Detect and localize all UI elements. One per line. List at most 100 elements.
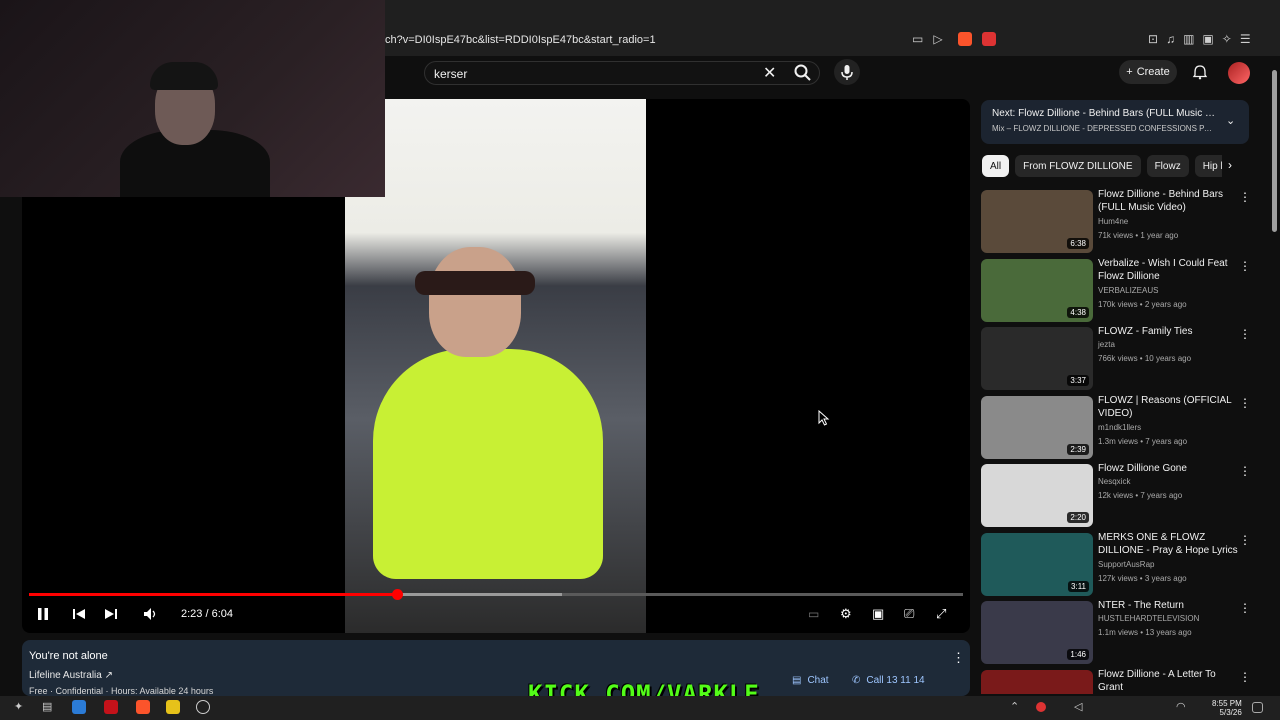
up-next-card[interactable] bbox=[981, 100, 1249, 144]
speaker-icon[interactable]: ◁ bbox=[1074, 700, 1088, 714]
sidebar-icon[interactable]: ▥ bbox=[1183, 32, 1194, 46]
leo-icon[interactable]: ✧ bbox=[1222, 32, 1232, 46]
notification-center-icon[interactable] bbox=[1252, 702, 1263, 713]
settings-gear-icon[interactable]: ⚙ bbox=[840, 606, 852, 622]
list-item[interactable]: 2:20 Flowz Dillione Gone Nesqxick 12k views… bbox=[981, 462, 1251, 531]
channel-name[interactable]: Nesqxick bbox=[1098, 477, 1130, 486]
theater-mode-icon[interactable]: ▣ bbox=[872, 606, 884, 622]
play-icon[interactable]: ▷ bbox=[933, 32, 942, 46]
call-label: Call 13 11 14 bbox=[866, 675, 925, 686]
wifi-icon[interactable]: ◠ bbox=[1176, 700, 1190, 714]
video-person-head bbox=[429, 247, 521, 357]
video-title[interactable]: FLOWZ - Family Ties bbox=[1098, 325, 1238, 338]
video-thumbnail[interactable]: 3:11 bbox=[981, 532, 1093, 596]
channel-name[interactable]: VERBALIZEAUS bbox=[1098, 286, 1158, 295]
banner-more-icon[interactable]: ⋮ bbox=[952, 650, 965, 666]
chevron-down-icon[interactable]: ⌄ bbox=[1226, 114, 1235, 127]
video-meta: 1.1m views • 13 years ago bbox=[1098, 628, 1192, 637]
cast-icon[interactable]: ⎚ bbox=[904, 606, 914, 622]
more-actions-icon[interactable]: ⋮ bbox=[1239, 464, 1251, 478]
notifications-bell-icon[interactable] bbox=[1192, 64, 1208, 80]
more-actions-icon[interactable]: ⋮ bbox=[1239, 533, 1251, 547]
list-item[interactable]: Flowz Dillione - A Letter To Grantnotoys… bbox=[981, 668, 1251, 694]
channel-name[interactable]: SupportAusRap bbox=[1098, 560, 1154, 569]
video-thumbnail[interactable]: 4:38 bbox=[981, 258, 1093, 322]
more-actions-icon[interactable]: ⋮ bbox=[1239, 396, 1251, 410]
list-item[interactable]: 3:37 FLOWZ - Family Ties jezta 766k views •… bbox=[981, 325, 1251, 394]
list-item[interactable]: 3:11 MERKS ONE & FLOWZ DILLIONE - Pray & … bbox=[981, 531, 1251, 600]
chip-flowz[interactable]: Flowz bbox=[1146, 155, 1189, 177]
video-thumbnail[interactable]: 3:37 bbox=[981, 327, 1093, 390]
chevron-right-icon[interactable]: › bbox=[1228, 158, 1232, 172]
task-view-icon[interactable]: ▤ bbox=[42, 700, 56, 714]
list-item[interactable]: 4:38 Verbalize - Wish I Could Feat Flowz … bbox=[981, 257, 1251, 326]
more-actions-icon[interactable]: ⋮ bbox=[1239, 190, 1251, 204]
cast-page-icon[interactable]: ▭ bbox=[912, 32, 923, 46]
list-item[interactable]: 2:39 FLOWZ | Reasons (OFFICIAL VIDEO) m1nd… bbox=[981, 394, 1251, 463]
app-icon[interactable] bbox=[104, 700, 118, 714]
chat-label: Chat bbox=[807, 675, 829, 686]
video-title[interactable]: Flowz Dillione - Behind Bars (FULL Music… bbox=[1098, 188, 1238, 214]
chat-button[interactable]: ▤ Chat bbox=[792, 675, 829, 686]
create-button[interactable]: + Create bbox=[1119, 60, 1177, 84]
more-actions-icon[interactable]: ⋮ bbox=[1239, 601, 1251, 615]
call-button[interactable]: ✆ Call 13 11 14 bbox=[852, 675, 925, 686]
brave-browser-icon[interactable] bbox=[136, 700, 150, 714]
list-item[interactable]: 6:38 Flowz Dillione - Behind Bars (FULL M… bbox=[981, 188, 1251, 257]
video-thumbnail[interactable]: 6:38 bbox=[981, 190, 1093, 253]
address-bar-url[interactable]: ch?v=DI0IspE47bc&list=RDDI0IspE47bc&star… bbox=[385, 34, 656, 46]
search-box[interactable] bbox=[424, 61, 820, 85]
extension-icon[interactable] bbox=[982, 32, 996, 46]
channel-name[interactable]: HUSTLEHARDTELEVISION bbox=[1098, 614, 1199, 623]
next-icon[interactable] bbox=[104, 606, 118, 622]
wallet-icon[interactable]: ▣ bbox=[1202, 32, 1213, 46]
list-item[interactable]: 1:46 NTER - The Return HUSTLEHARDTELEVISIO… bbox=[981, 599, 1251, 668]
more-actions-icon[interactable]: ⋮ bbox=[1239, 670, 1251, 684]
obs-icon[interactable] bbox=[196, 700, 210, 714]
menu-icon[interactable]: ☰ bbox=[1240, 32, 1251, 46]
account-avatar[interactable] bbox=[1228, 62, 1250, 84]
video-thumbnail[interactable] bbox=[981, 669, 1093, 694]
start-icon[interactable]: ✦ bbox=[14, 700, 28, 714]
more-actions-icon[interactable]: ⋮ bbox=[1239, 259, 1251, 273]
video-frame bbox=[345, 99, 646, 633]
screenshot-icon[interactable]: ⊡ bbox=[1148, 32, 1158, 46]
video-thumbnail[interactable]: 2:39 bbox=[981, 395, 1093, 459]
video-title[interactable]: MERKS ONE & FLOWZ DILLIONE - Pray & Hope… bbox=[1098, 531, 1238, 557]
more-actions-icon[interactable]: ⋮ bbox=[1239, 327, 1251, 341]
lightning-app-icon[interactable] bbox=[166, 700, 180, 714]
fullscreen-icon[interactable]: ⤢ bbox=[936, 606, 946, 622]
channel-name[interactable]: jezta bbox=[1098, 340, 1115, 349]
banner-title: You're not alone bbox=[29, 650, 108, 662]
video-title[interactable]: Flowz Dillione Gone bbox=[1098, 462, 1238, 475]
chip-all[interactable]: All bbox=[982, 155, 1010, 177]
chip-hiphop[interactable]: Hip ho bbox=[1194, 155, 1222, 177]
video-thumbnail[interactable]: 1:46 bbox=[981, 601, 1093, 664]
pause-icon[interactable] bbox=[36, 606, 50, 622]
record-indicator-icon[interactable] bbox=[1036, 702, 1046, 712]
music-icon[interactable]: ♫ bbox=[1166, 32, 1175, 46]
search-input[interactable]: kerser bbox=[434, 67, 467, 81]
video-title[interactable]: NTER - The Return bbox=[1098, 599, 1238, 612]
volume-icon[interactable] bbox=[143, 606, 157, 622]
progress-scrubber[interactable] bbox=[391, 589, 403, 600]
video-title[interactable]: Flowz Dillione - A Letter To Grant bbox=[1098, 668, 1238, 694]
channel-name[interactable]: Hum4ne bbox=[1098, 217, 1128, 226]
video-thumbnail[interactable]: 2:20 bbox=[981, 464, 1093, 527]
channel-name[interactable]: m1ndk1llers bbox=[1098, 423, 1141, 432]
file-explorer-icon[interactable] bbox=[72, 700, 86, 714]
banner-org-link[interactable]: Lifeline Australia ↗ bbox=[29, 670, 113, 681]
brave-shields-icon[interactable] bbox=[958, 32, 972, 46]
chip-from-channel[interactable]: From FLOWZ DILLIONE bbox=[1015, 155, 1141, 177]
previous-icon[interactable] bbox=[72, 606, 86, 622]
voice-search-button[interactable] bbox=[834, 59, 860, 85]
taskbar-clock[interactable]: 8:55 PM 5/3/26 bbox=[1212, 699, 1242, 717]
create-label: Create bbox=[1136, 66, 1170, 78]
captions-icon[interactable]: ▭ bbox=[808, 606, 819, 622]
scrollbar-thumb[interactable] bbox=[1272, 70, 1277, 232]
video-title[interactable]: FLOWZ | Reasons (OFFICIAL VIDEO) bbox=[1098, 394, 1238, 420]
video-title[interactable]: Verbalize - Wish I Could Feat Flowz Dill… bbox=[1098, 257, 1238, 283]
search-icon[interactable] bbox=[793, 63, 813, 83]
clear-search-icon[interactable]: ✕ bbox=[763, 63, 776, 83]
tray-icons[interactable]: ⌃ bbox=[1010, 700, 1024, 714]
